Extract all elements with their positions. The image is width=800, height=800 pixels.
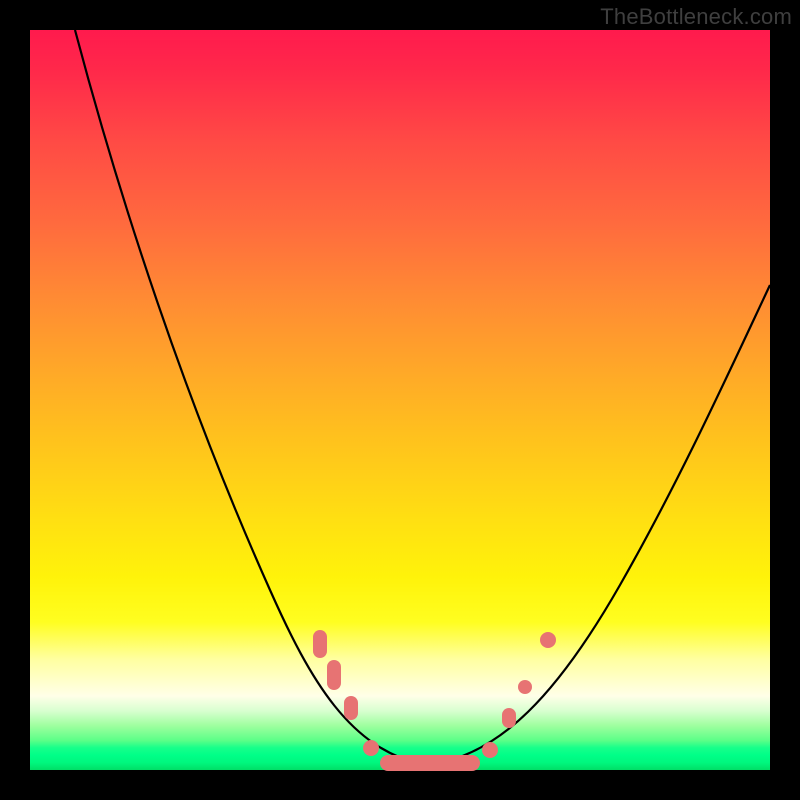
curve-marker bbox=[540, 632, 556, 648]
curve-marker bbox=[518, 680, 532, 694]
curve-marker bbox=[380, 755, 480, 771]
curve-marker bbox=[344, 696, 358, 720]
curve-marker bbox=[313, 630, 327, 658]
chart-frame: TheBottleneck.com bbox=[0, 0, 800, 800]
curve-marker bbox=[502, 708, 516, 728]
attribution-label: TheBottleneck.com bbox=[600, 4, 792, 30]
plot-area bbox=[30, 30, 770, 770]
curve-marker bbox=[327, 660, 341, 690]
curve-marker bbox=[482, 742, 498, 758]
bottleneck-curve bbox=[30, 30, 770, 770]
curve-marker bbox=[363, 740, 379, 756]
